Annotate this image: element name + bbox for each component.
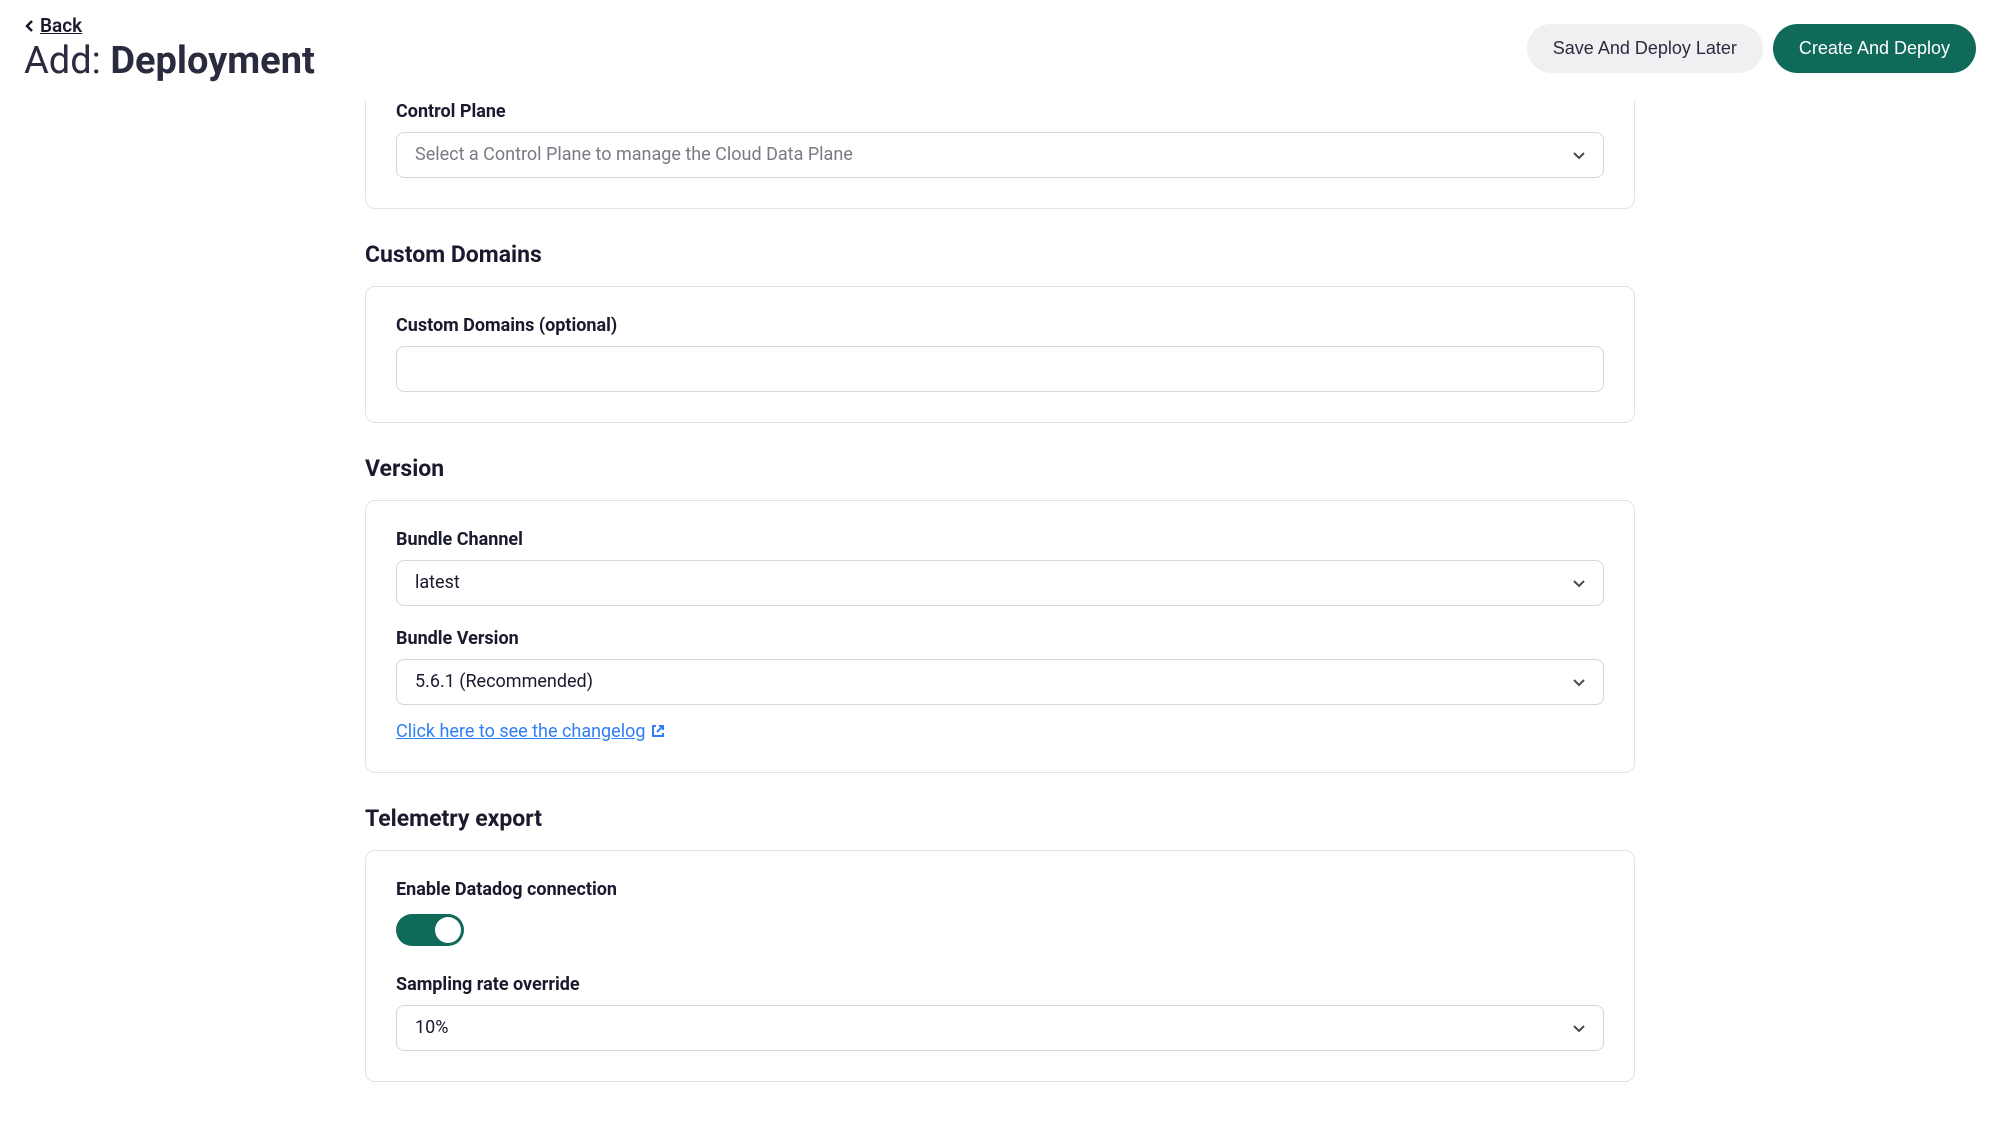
- control-plane-placeholder: Select a Control Plane to manage the Clo…: [415, 144, 1559, 165]
- page-title-name: Deployment: [110, 39, 315, 83]
- chevron-down-icon: [1571, 674, 1587, 690]
- bundle-version-value: 5.6.1 (Recommended): [415, 671, 1559, 692]
- bundle-version-field: Bundle Version 5.6.1 (Recommended) Click…: [396, 628, 1604, 742]
- chevron-down-icon: [1571, 575, 1587, 591]
- custom-domains-input-wrap[interactable]: [396, 346, 1604, 392]
- bundle-channel-value: latest: [415, 572, 1559, 593]
- datadog-field: Enable Datadog connection: [396, 879, 1604, 952]
- form-content: Control Plane Select a Control Plane to …: [355, 101, 1645, 1082]
- bundle-channel-label: Bundle Channel: [396, 529, 1604, 550]
- external-link-icon: [651, 724, 665, 738]
- version-card: Bundle Channel latest Bundle Version 5.6…: [365, 500, 1635, 773]
- chevron-down-icon: [1571, 1020, 1587, 1036]
- sampling-rate-field: Sampling rate override 10%: [396, 974, 1604, 1051]
- sampling-rate-value: 10%: [415, 1017, 1559, 1038]
- toggle-knob: [435, 917, 461, 943]
- custom-domains-field: Custom Domains (optional): [396, 315, 1604, 392]
- bundle-version-select[interactable]: 5.6.1 (Recommended): [396, 659, 1604, 705]
- bundle-version-label: Bundle Version: [396, 628, 1604, 649]
- datadog-label: Enable Datadog connection: [396, 879, 1604, 900]
- version-title: Version: [365, 455, 1635, 482]
- page-title: Add: Deployment: [24, 41, 315, 83]
- custom-domains-label: Custom Domains (optional): [396, 315, 1604, 336]
- sampling-rate-label: Sampling rate override: [396, 974, 1604, 995]
- back-label: Back: [40, 14, 82, 37]
- control-plane-select[interactable]: Select a Control Plane to manage the Clo…: [396, 132, 1604, 178]
- back-link[interactable]: Back: [24, 14, 82, 37]
- control-plane-card: Control Plane Select a Control Plane to …: [365, 101, 1635, 209]
- telemetry-card: Enable Datadog connection Sampling rate …: [365, 850, 1635, 1082]
- chevron-left-icon: [24, 20, 36, 32]
- datadog-toggle[interactable]: [396, 914, 464, 946]
- page-title-prefix: Add:: [24, 39, 101, 83]
- create-deploy-button[interactable]: Create And Deploy: [1773, 24, 1976, 73]
- changelog-link[interactable]: Click here to see the changelog: [396, 721, 665, 742]
- header-actions: Save And Deploy Later Create And Deploy: [1527, 24, 1976, 73]
- changelog-link-text: Click here to see the changelog: [396, 721, 645, 742]
- control-plane-field: Control Plane Select a Control Plane to …: [396, 101, 1604, 178]
- custom-domains-card: Custom Domains (optional): [365, 286, 1635, 423]
- bundle-channel-field: Bundle Channel latest: [396, 529, 1604, 606]
- custom-domains-input[interactable]: [415, 347, 1585, 391]
- telemetry-title: Telemetry export: [365, 805, 1635, 832]
- control-plane-label: Control Plane: [396, 101, 1604, 122]
- custom-domains-title: Custom Domains: [365, 241, 1635, 268]
- save-deploy-later-button[interactable]: Save And Deploy Later: [1527, 24, 1763, 73]
- page-header: Back Add: Deployment Save And Deploy Lat…: [0, 0, 2000, 101]
- header-left: Back Add: Deployment: [24, 14, 315, 83]
- bundle-channel-select[interactable]: latest: [396, 560, 1604, 606]
- sampling-rate-select[interactable]: 10%: [396, 1005, 1604, 1051]
- chevron-down-icon: [1571, 147, 1587, 163]
